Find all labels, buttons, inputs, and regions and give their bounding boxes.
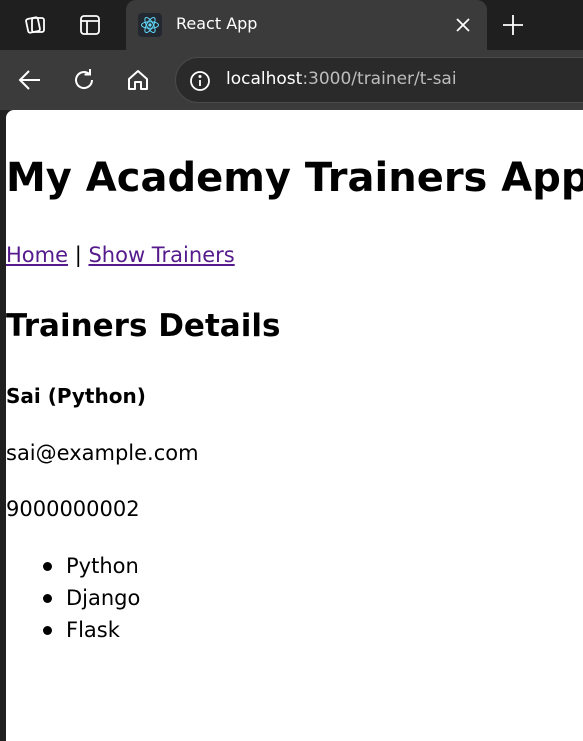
page-title: My Academy Trainers App (6, 155, 583, 201)
reload-icon[interactable] (68, 64, 100, 96)
skill-label: Python (66, 554, 139, 578)
show-trainers-link[interactable]: Show Trainers (88, 243, 234, 267)
list-item: Django (6, 582, 140, 614)
bullet-icon (43, 562, 52, 571)
page-viewport: My Academy Trainers App Home | Show Trai… (6, 110, 583, 741)
tab-actions-icon[interactable] (74, 9, 106, 41)
list-item: Flask (6, 614, 140, 646)
info-icon[interactable] (188, 69, 212, 93)
skill-label: Django (66, 586, 141, 610)
browser-window: React App localhost:3000/trainer/t-sai M… (0, 0, 583, 741)
bullet-icon (43, 594, 52, 603)
url-path: :3000/trainer/t-sai (302, 69, 457, 89)
nav-separator: | (74, 243, 82, 267)
back-arrow-icon[interactable] (14, 64, 46, 96)
browser-toolbar: localhost:3000/trainer/t-sai (0, 50, 583, 110)
skill-label: Flask (66, 618, 120, 642)
tab-strip: React App (0, 0, 583, 50)
trainer-email: sai@example.com (6, 441, 199, 465)
bullet-icon (43, 626, 52, 635)
plus-icon[interactable] (497, 9, 529, 41)
workspaces-icon[interactable] (20, 9, 52, 41)
nav-links: Home | Show Trainers (6, 241, 235, 269)
url-host: localhost (226, 69, 303, 89)
skills-list: Python Django Flask (6, 550, 140, 646)
tab-title: React App (176, 14, 258, 33)
tab-active[interactable]: React App (126, 0, 487, 50)
trainer-phone: 9000000002 (6, 497, 140, 521)
url-text[interactable]: localhost:3000/trainer/t-sai (226, 69, 457, 89)
section-title: Trainers Details (6, 308, 281, 344)
trainer-name: Sai (Python) (6, 384, 146, 408)
home-icon[interactable] (122, 64, 154, 96)
home-link[interactable]: Home (6, 243, 68, 267)
react-logo-icon (138, 13, 162, 37)
close-icon[interactable] (453, 15, 473, 35)
list-item: Python (6, 550, 140, 582)
address-bar[interactable]: localhost:3000/trainer/t-sai (175, 57, 583, 103)
